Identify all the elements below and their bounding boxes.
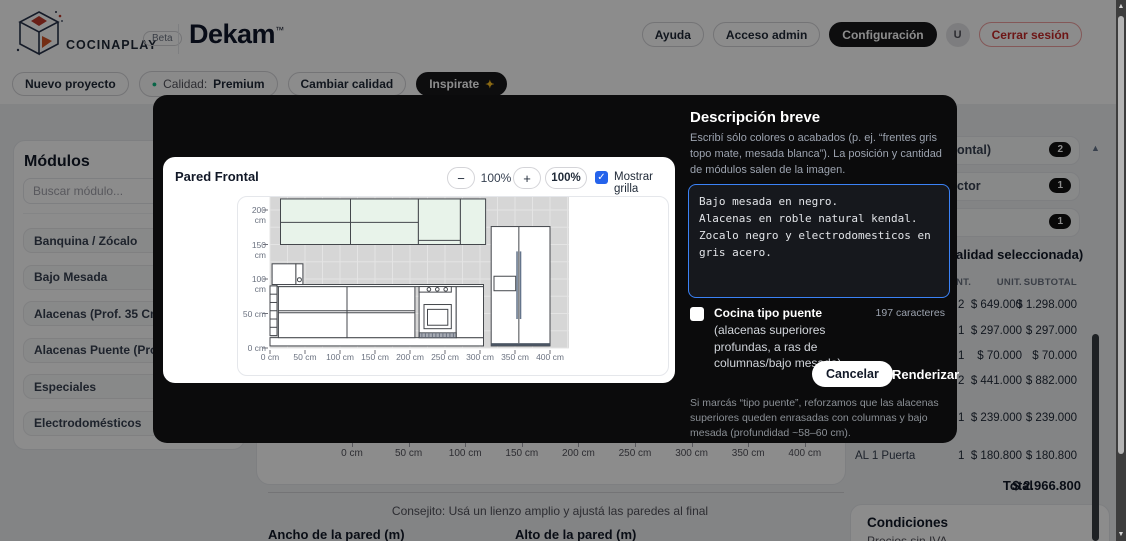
zoom-reset-button[interactable]: 100% (545, 167, 587, 189)
description-textarea[interactable]: Bajo mesada en negro. Alacenas en roble … (688, 184, 950, 298)
x-axis-label: 50 cm (289, 352, 321, 362)
y-axis-label: 50 cm (240, 309, 266, 319)
wall-canvas-title: Pared Frontal (175, 169, 259, 184)
x-axis-label: 100 cm (324, 352, 356, 362)
modal-title: Descripción breve (690, 109, 820, 126)
y-axis-label: 150 cm (240, 240, 266, 260)
render-description-modal: Pared Frontal − 100% + 100% ✓ Mostrar gr… (153, 95, 957, 443)
app-root: COCINAPLAY Beta Dekam™ Ayuda Acceso admi… (0, 0, 1126, 541)
page-scrollbar-thumb[interactable] (1118, 16, 1124, 454)
y-axis-label: 100 cm (240, 274, 266, 294)
scroll-up-icon[interactable]: ▲ (1116, 3, 1126, 10)
page-scrollbar[interactable]: ▲ ▼ (1116, 0, 1126, 541)
zoom-level: 100% (479, 171, 513, 185)
modal-footnote: Si marcás “tipo puente”, reforzamos que … (690, 396, 950, 442)
wall-drawing-svg (238, 197, 668, 375)
scroll-down-icon[interactable]: ▼ (1116, 531, 1126, 538)
modal-helper-text: Escribí sólo colores o acabados (p. ej. … (690, 131, 946, 179)
x-axis-label: 200 cm (394, 352, 426, 362)
wall-canvas-card: Pared Frontal − 100% + 100% ✓ Mostrar gr… (163, 157, 675, 383)
render-button[interactable]: Renderizar (888, 361, 963, 387)
bridge-kitchen-checkbox[interactable] (690, 307, 704, 321)
x-axis-label: 300 cm (464, 352, 496, 362)
y-axis-label: 200 cm (240, 205, 266, 225)
cancel-button[interactable]: Cancelar (812, 361, 893, 387)
show-grid-checkbox[interactable]: ✓ (595, 171, 608, 184)
wall-drawing-area[interactable]: 0 cm50 cm100 cm150 cm200 cm250 cm300 cm3… (237, 196, 669, 376)
x-axis-label: 400 cm (534, 352, 566, 362)
x-axis-label: 250 cm (429, 352, 461, 362)
x-axis-label: 150 cm (359, 352, 391, 362)
zoom-out-button[interactable]: − (447, 167, 475, 189)
x-axis-label: 350 cm (499, 352, 531, 362)
char-count: 197 caracteres (876, 307, 945, 319)
show-grid-label: Mostrar grilla (614, 171, 675, 195)
zoom-in-button[interactable]: + (513, 167, 541, 189)
y-axis-label: 0 cm (240, 343, 266, 353)
x-axis-label: 0 cm (254, 352, 286, 362)
